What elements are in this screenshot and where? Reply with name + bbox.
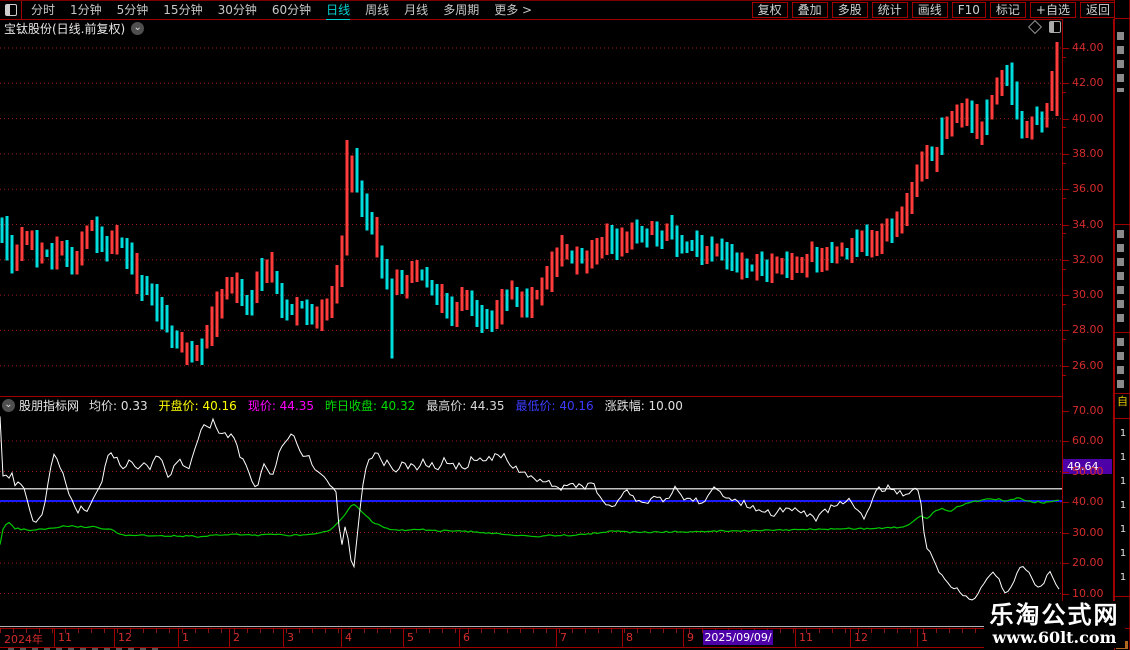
sidebar-digits[interactable]: 1111111 <box>1119 422 1127 590</box>
toolbar-actions: 复权叠加多股统计画线F10标记+自选返回 <box>752 2 1116 18</box>
indicator-value: 昨日收盘: 40.32 <box>325 399 415 413</box>
watermark-url: www.60lt.com <box>984 629 1125 646</box>
period-tab-5[interactable]: 30分钟 <box>218 1 257 20</box>
indicator-header: ⌄ 股朋指标网 均价: 0.33 开盘价: 40.16 现价: 44.35 昨日收盘:… <box>0 397 1062 414</box>
month-label: 5 <box>407 631 414 644</box>
indicator-axis-label: 70.00 <box>1072 405 1104 417</box>
stock-title: 宝钛股份(日线.前复权) <box>4 20 125 37</box>
period-tab-3[interactable]: 5分钟 <box>117 1 149 20</box>
action-button-复权[interactable]: 复权 <box>752 2 788 18</box>
main-axis-label: 44.00 <box>1072 42 1104 54</box>
month-label: 12 <box>118 631 132 644</box>
month-label: 8 <box>626 631 633 644</box>
action-button-F10[interactable]: F10 <box>952 2 986 18</box>
action-button-标记[interactable]: 标记 <box>990 2 1026 18</box>
month-label: 3 <box>287 631 294 644</box>
watermark: 乐淘公式网 www.60lt.com <box>984 601 1125 648</box>
period-tab-9[interactable]: 月线 <box>404 1 428 20</box>
sidebar-clipped-text[interactable] <box>1117 32 1124 92</box>
diamond-icon[interactable] <box>1028 20 1042 34</box>
watermark-site-name: 乐淘公式网 <box>984 601 1125 629</box>
chart-titlebar: 宝钛股份(日线.前复权) ⌄ <box>0 20 1062 37</box>
period-tab-10[interactable]: 多周期 <box>443 1 479 20</box>
indicator-value: 现价: 44.35 <box>248 399 314 413</box>
action-button-返回[interactable]: 返回 <box>1080 2 1116 18</box>
main-axis-label: 32.00 <box>1072 254 1104 266</box>
month-label: 7 <box>560 631 567 644</box>
indicator-name[interactable]: 股朋指标网 <box>19 397 79 414</box>
period-tabs: 分时 1分钟 5分钟 15分钟 30分钟 60分钟日线周线月线多周期更多 > <box>31 1 532 20</box>
indicator-zero-line <box>0 626 1062 627</box>
right-sidebar: 自 1111111 <box>1114 0 1130 650</box>
main-axis-label: 38.00 <box>1072 148 1104 160</box>
indicator-value: 涨跌幅: 10.00 <box>605 399 683 413</box>
period-tab-8[interactable]: 周线 <box>365 1 389 20</box>
indicator-value: 最低价: 40.16 <box>515 399 593 413</box>
main-axis-label: 36.00 <box>1072 183 1104 195</box>
main-axis-label: 34.00 <box>1072 219 1104 231</box>
sidebar-auto-tab[interactable]: 自 <box>1117 396 1128 408</box>
top-toolbar: 分时 1分钟 5分钟 15分钟 30分钟 60分钟日线周线月线多周期更多 > 复权叠加多股… <box>0 0 1129 20</box>
sidebar-clipped-text[interactable] <box>1117 338 1124 390</box>
x-axis: 2025/09/09/二 2024年111212345678911121 <box>0 629 1113 647</box>
indicator-axis-label: 30.00 <box>1072 527 1104 539</box>
layout-icon[interactable] <box>1049 21 1061 33</box>
month-label: 2 <box>233 631 240 644</box>
main-axis-label: 40.00 <box>1072 113 1104 125</box>
y-axis-column: 49.64 44.0042.0040.0038.0036.0034.0032.0… <box>1062 19 1114 648</box>
panel-toggle-icon[interactable] <box>0 1 22 19</box>
action-button-画线[interactable]: 画线 <box>912 2 948 18</box>
action-button-+自选[interactable]: +自选 <box>1030 2 1076 18</box>
month-label: 11 <box>799 631 813 644</box>
indicator-value: 开盘价: 40.16 <box>159 399 237 413</box>
month-label: 11 <box>58 631 72 644</box>
action-button-统计[interactable]: 统计 <box>872 2 908 18</box>
main-axis-label: 30.00 <box>1072 289 1104 301</box>
period-tab-1[interactable]: 分时 <box>31 1 55 20</box>
indicator-axis-label: 40.00 <box>1072 496 1104 508</box>
indicator-axis-label: 20.00 <box>1072 557 1104 569</box>
sidebar-clipped-text[interactable] <box>1117 230 1124 328</box>
period-tab-11[interactable]: 更多 > <box>494 1 532 20</box>
month-label: 1 <box>921 631 928 644</box>
period-tab-4[interactable]: 15分钟 <box>163 1 202 20</box>
title-dropdown-icon[interactable]: ⌄ <box>131 22 144 35</box>
month-label: 12 <box>854 631 868 644</box>
indicator-axis-label: 60.00 <box>1072 435 1104 447</box>
period-tab-7[interactable]: 日线 <box>326 1 350 20</box>
trading-app-window: 分时 1分钟 5分钟 15分钟 30分钟 60分钟日线周线月线多周期更多 > 复权叠加多股… <box>0 0 1130 650</box>
main-kline-canvas[interactable] <box>0 38 1062 396</box>
indicator-dropdown-icon[interactable]: ⌄ <box>2 399 15 412</box>
action-button-叠加[interactable]: 叠加 <box>792 2 828 18</box>
main-axis-label: 26.00 <box>1072 360 1104 372</box>
indicator-axis-label: 10.00 <box>1072 588 1104 600</box>
indicator-value: 最高价: 44.35 <box>426 399 504 413</box>
period-tab-2[interactable]: 1分钟 <box>70 1 102 20</box>
cursor-date-tag: 2025/09/09/二 <box>703 630 773 645</box>
indicator-axis-label: 50.00 <box>1072 466 1104 478</box>
indicator-value: 均价: 0.33 <box>89 399 148 413</box>
month-label: 4 <box>345 631 352 644</box>
indicator-canvas[interactable] <box>0 414 1062 626</box>
month-label: 1 <box>182 631 189 644</box>
main-axis-label: 28.00 <box>1072 324 1104 336</box>
month-label: 6 <box>463 631 470 644</box>
main-axis-label: 42.00 <box>1072 77 1104 89</box>
period-tab-6[interactable]: 60分钟 <box>272 1 311 20</box>
month-label: 2024年 <box>4 631 43 647</box>
action-button-多股[interactable]: 多股 <box>832 2 868 18</box>
month-label: 9 <box>687 631 694 644</box>
